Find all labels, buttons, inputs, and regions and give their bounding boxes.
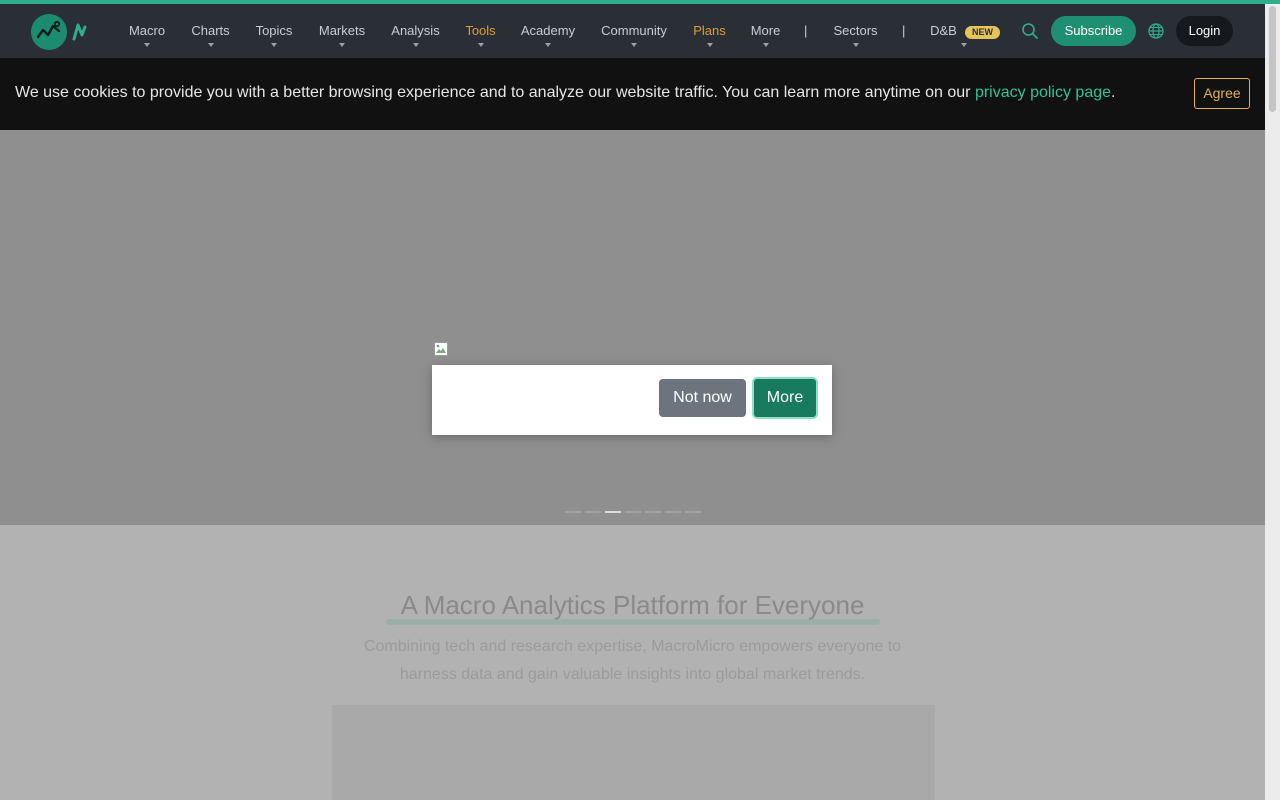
caret-down-icon (631, 43, 637, 47)
nav-item-plans[interactable]: Plans (691, 4, 728, 58)
search-icon[interactable] (1021, 22, 1039, 40)
page-tagline: A Macro Analytics Platform for Everyone (400, 590, 865, 620)
caret-down-icon (706, 43, 713, 47)
broken-image-icon (434, 342, 448, 356)
caret-down-icon (762, 43, 769, 47)
scrollbar-thumb[interactable] (1269, 6, 1276, 112)
cookie-trailing: . (1111, 84, 1116, 101)
navbar: Macro Charts Topics Markets Analysis Too… (0, 4, 1265, 58)
nav-item-label: Markets (318, 23, 366, 38)
carousel-dot[interactable] (645, 511, 661, 513)
nav-item-label: D&B (930, 23, 957, 38)
carousel-dot[interactable] (565, 511, 581, 513)
nav-item-label: Tools (465, 23, 496, 38)
caret-down-icon (477, 43, 484, 47)
intro-section: A Macro Analytics Platform for Everyone … (0, 525, 1265, 800)
login-button[interactable]: Login (1176, 16, 1233, 46)
promo-modal: Not now More (432, 365, 832, 435)
agree-button[interactable]: Agree (1194, 78, 1250, 109)
page-scrollbar[interactable] (1265, 4, 1280, 800)
nav-item-markets[interactable]: Markets (315, 4, 369, 58)
nav-item-label: More (750, 23, 781, 38)
logo-circle-icon (31, 14, 67, 50)
caret-down-icon (271, 43, 277, 47)
nav-item-label: Academy (520, 23, 576, 38)
caret-down-icon (207, 43, 214, 47)
nav-separator: | (804, 23, 808, 38)
carousel-indicators (565, 511, 705, 514)
nav-item-label: Macro (128, 23, 166, 38)
nav-item-academy[interactable]: Academy (518, 4, 578, 58)
nav-item-sectors[interactable]: Sectors (830, 4, 881, 58)
nav-item-community[interactable]: Community (597, 4, 671, 58)
carousel-dot[interactable] (625, 511, 641, 513)
nav-item-label: Topics (255, 23, 293, 38)
nav-item-tools[interactable]: Tools (462, 4, 499, 58)
caret-down-icon (961, 43, 967, 47)
nav-item-label: Plans (693, 23, 726, 38)
nav-item-label: Community (601, 23, 667, 38)
nav-item-topics[interactable]: Topics (252, 4, 296, 58)
cookie-banner: We use cookies to provide you with a bet… (0, 58, 1265, 130)
more-button[interactable]: More (752, 377, 818, 419)
media-placeholder (332, 705, 935, 800)
nav-separator: | (902, 23, 906, 38)
page-subtagline: Combining tech and research expertise, M… (363, 638, 902, 683)
caret-down-icon (144, 43, 150, 47)
not-now-button[interactable]: Not now (659, 379, 746, 417)
privacy-policy-link[interactable]: privacy policy page (975, 84, 1111, 101)
nav-item-db[interactable]: D&B (928, 4, 967, 58)
caret-down-icon (339, 43, 345, 47)
carousel-dot[interactable] (665, 511, 681, 513)
nav-item-label: Sectors (833, 23, 878, 38)
caret-down-icon (545, 43, 551, 47)
carousel-dot[interactable] (585, 511, 601, 513)
subscribe-button[interactable]: Subscribe (1051, 16, 1136, 46)
nav-item-label: Charts (191, 23, 230, 38)
carousel-dot-active[interactable] (605, 511, 621, 513)
nav-item-label: Analysis (391, 23, 440, 38)
site-logo[interactable] (31, 14, 91, 50)
hero-carousel (0, 130, 1265, 525)
caret-down-icon (412, 43, 419, 47)
globe-icon[interactable] (1147, 22, 1165, 40)
nav-item-analysis[interactable]: Analysis (388, 4, 443, 58)
nav-item-more[interactable]: More (748, 4, 783, 58)
cookie-text: We use cookies to provide you with a bet… (15, 84, 975, 101)
nav-item-macro[interactable]: Macro (125, 4, 169, 58)
new-badge: NEW (965, 26, 1000, 39)
nav-item-charts[interactable]: Charts (188, 4, 233, 58)
logo-letter-icon (72, 23, 87, 41)
cookie-message: We use cookies to provide you with a bet… (15, 84, 1115, 102)
carousel-dot[interactable] (685, 511, 701, 513)
caret-down-icon (852, 43, 859, 47)
